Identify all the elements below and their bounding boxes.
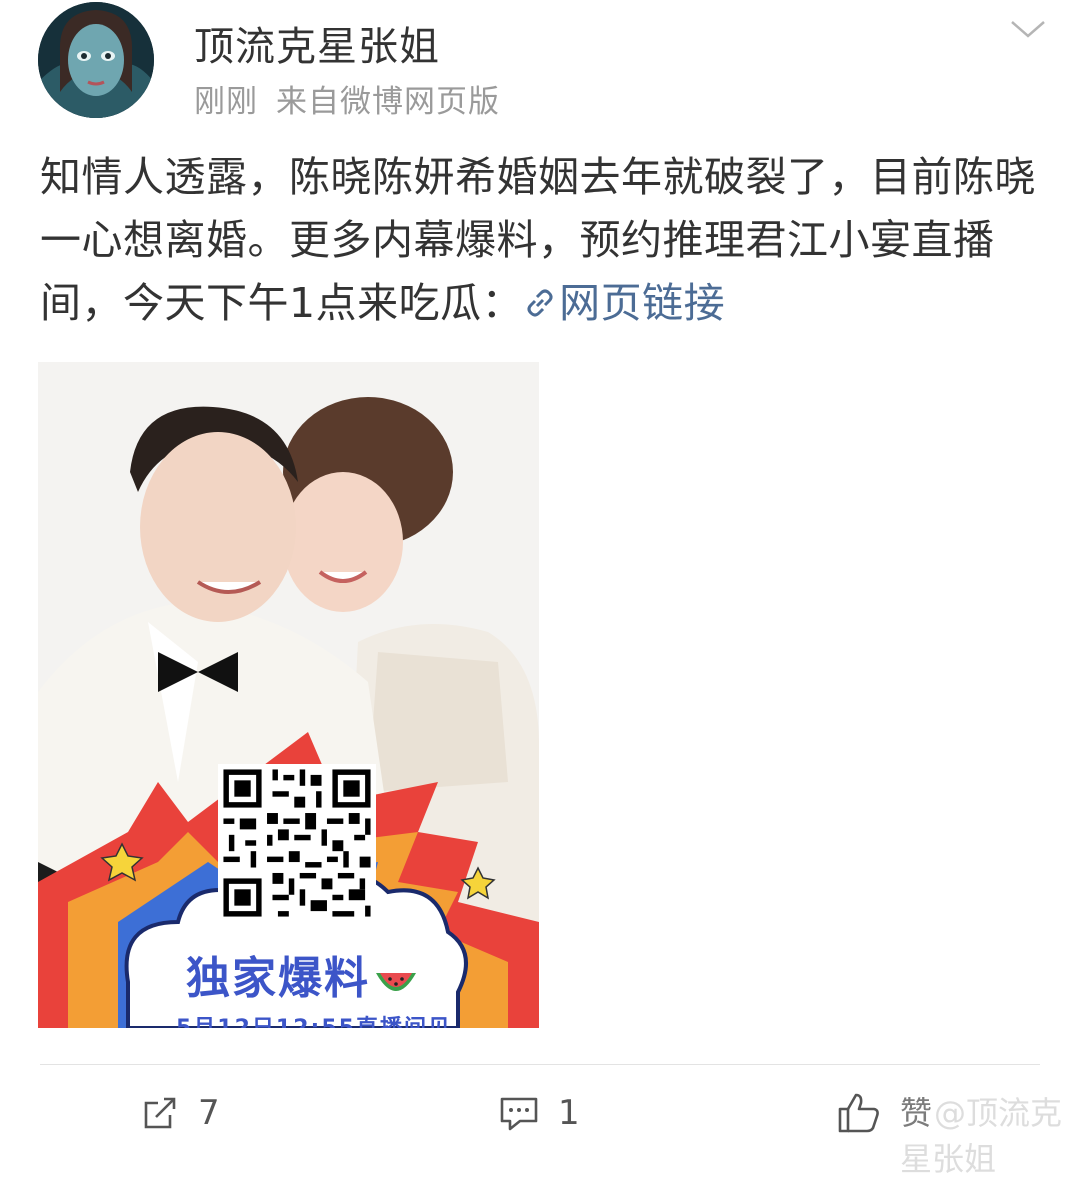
- watermark: 赞@顶流克星张姐: [900, 1088, 1080, 1180]
- divider: [40, 1064, 1040, 1065]
- promo-title-text: 独家爆料: [186, 953, 370, 1004]
- watermelon-icon: [376, 973, 416, 991]
- repost-button[interactable]: 7: [140, 1088, 220, 1138]
- link-icon: [527, 289, 553, 317]
- username[interactable]: 顶流克星张姐: [194, 14, 440, 72]
- post-image[interactable]: 独家爆料 5月12日12:55直播间见: [38, 362, 539, 1028]
- watermark-visible: 赞: [900, 1094, 933, 1132]
- repost-icon: [144, 1097, 176, 1129]
- post-source: 来自微博网页版: [276, 84, 500, 120]
- promo-title: 独家爆料: [186, 942, 466, 1006]
- post-meta: 刚刚 来自微博网页版: [194, 76, 500, 121]
- comment-button[interactable]: 1: [498, 1088, 580, 1138]
- like-icon: [838, 1093, 879, 1133]
- post-text: 知情人透露，陈晓陈妍希婚姻去年就破裂了，目前陈晓一心想离婚。更多内幕爆料，预约推…: [40, 146, 1040, 335]
- web-link-label: 网页链接: [559, 279, 726, 327]
- chevron-down-icon[interactable]: [1008, 14, 1048, 44]
- post-time: 刚刚: [194, 84, 258, 120]
- comment-icon: [500, 1097, 538, 1131]
- comment-count: 1: [558, 1093, 580, 1133]
- like-button[interactable]: [836, 1088, 900, 1138]
- avatar[interactable]: [38, 2, 154, 118]
- web-link[interactable]: 网页链接: [523, 279, 725, 327]
- qr-code: [218, 764, 376, 922]
- promo-subtitle: 5月12日12:55直播间见: [176, 1010, 452, 1028]
- repost-count: 7: [198, 1093, 220, 1133]
